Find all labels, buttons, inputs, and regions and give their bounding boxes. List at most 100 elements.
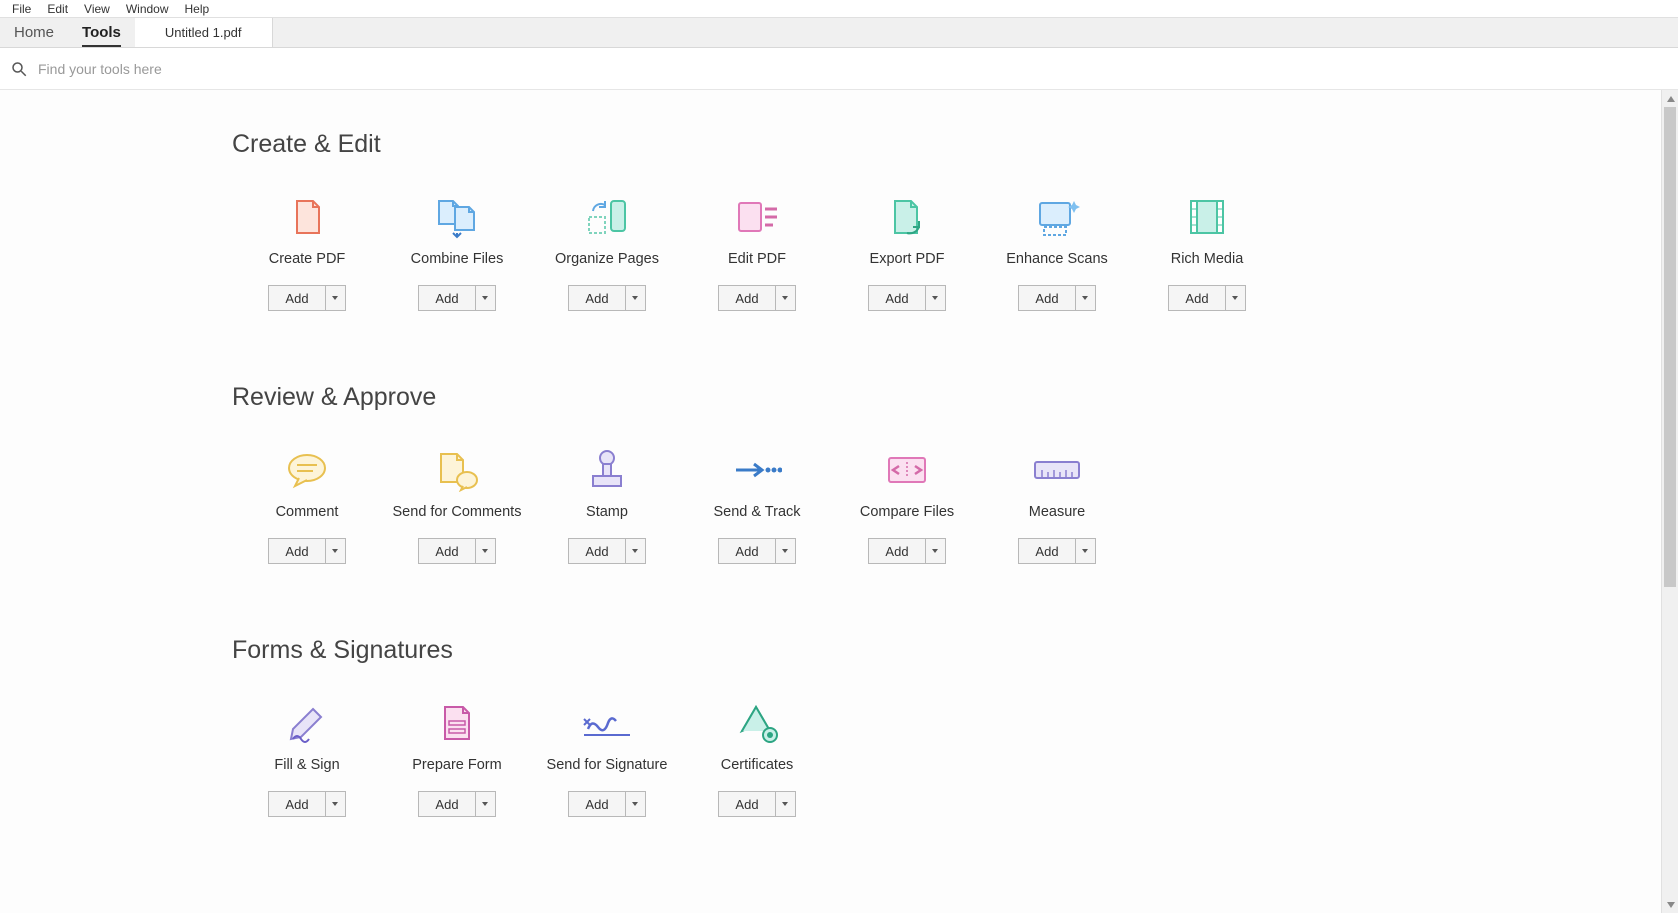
tool-label: Send for Signature (547, 757, 668, 773)
tool-card-enhance-scans: Enhance Scans Add (982, 195, 1132, 311)
add-button-main[interactable]: Add (1019, 539, 1074, 563)
menu-view[interactable]: View (76, 2, 118, 16)
add-button-dropdown[interactable] (625, 792, 645, 816)
add-button-main[interactable]: Add (869, 286, 924, 310)
add-button-main[interactable]: Add (419, 286, 474, 310)
add-button-dropdown[interactable] (925, 539, 945, 563)
add-button: Add (418, 285, 495, 311)
add-button-dropdown[interactable] (775, 539, 795, 563)
add-button: Add (418, 791, 495, 817)
send-for-comments-icon[interactable] (432, 448, 482, 492)
tool-row: Create PDFAddCombine FilesAddOrganize Pa… (232, 195, 1661, 311)
add-button-main[interactable]: Add (1169, 286, 1224, 310)
tool-label: Enhance Scans (1006, 251, 1108, 267)
add-button-main[interactable]: Add (269, 539, 324, 563)
tool-label: Compare Files (860, 504, 954, 520)
add-button-main[interactable]: Add (269, 286, 324, 310)
create-pdf-icon[interactable] (282, 195, 332, 239)
tool-label: Organize Pages (555, 251, 659, 267)
add-button-dropdown[interactable] (1075, 286, 1095, 310)
tool-card-send-for-signature: Send for Signature Add (532, 701, 682, 817)
add-button-dropdown[interactable] (1075, 539, 1095, 563)
add-button-dropdown[interactable] (775, 286, 795, 310)
combine-files-icon[interactable] (432, 195, 482, 239)
menu-help[interactable]: Help (177, 2, 218, 16)
add-button: Add (1168, 285, 1245, 311)
tool-card-export-pdf: Export PDF Add (832, 195, 982, 311)
section-heading: Review & Approve (232, 383, 1661, 412)
rich-media-icon[interactable] (1182, 195, 1232, 239)
add-button-dropdown[interactable] (775, 792, 795, 816)
scroll-down-arrow[interactable] (1662, 896, 1678, 913)
add-button: Add (268, 538, 345, 564)
add-button: Add (868, 538, 945, 564)
send-track-icon[interactable] (732, 448, 782, 492)
fill-sign-icon[interactable] (282, 701, 332, 745)
add-button: Add (568, 538, 645, 564)
add-button-dropdown[interactable] (475, 286, 495, 310)
tool-label: Export PDF (870, 251, 945, 267)
scroll-up-arrow[interactable] (1662, 90, 1678, 107)
certificates-icon[interactable] (732, 701, 782, 745)
add-button-main[interactable]: Add (419, 539, 474, 563)
tool-card-create-pdf: Create PDF Add (232, 195, 382, 311)
enhance-scans-icon[interactable] (1032, 195, 1082, 239)
add-button-dropdown[interactable] (1225, 286, 1245, 310)
search-icon (10, 60, 28, 78)
menu-edit[interactable]: Edit (39, 2, 76, 16)
tab-tools[interactable]: Tools (68, 18, 135, 47)
tool-label: Comment (276, 504, 339, 520)
vertical-scrollbar[interactable] (1661, 90, 1678, 913)
organize-pages-icon[interactable] (582, 195, 632, 239)
tool-card-rich-media: Rich MediaAdd (1132, 195, 1282, 311)
add-button-dropdown[interactable] (475, 539, 495, 563)
export-pdf-icon[interactable] (882, 195, 932, 239)
add-button-main[interactable]: Add (1019, 286, 1074, 310)
add-button: Add (418, 538, 495, 564)
add-button-main[interactable]: Add (569, 539, 624, 563)
add-button-dropdown[interactable] (475, 792, 495, 816)
menubar: File Edit View Window Help (0, 0, 1678, 18)
tab-home[interactable]: Home (0, 18, 68, 47)
menu-file[interactable]: File (4, 2, 39, 16)
add-button-dropdown[interactable] (325, 286, 345, 310)
add-button-dropdown[interactable] (325, 792, 345, 816)
tool-card-send-track: Send & TrackAdd (682, 448, 832, 564)
tool-row: Fill & SignAddPrepare FormAddSend for Si… (232, 701, 1661, 817)
tool-card-stamp: StampAdd (532, 448, 682, 564)
tool-label: Edit PDF (728, 251, 786, 267)
add-button-dropdown[interactable] (625, 286, 645, 310)
tool-label: Send for Comments (393, 504, 522, 520)
send-for-signature-icon[interactable] (582, 701, 632, 745)
tool-label: Measure (1029, 504, 1085, 520)
tool-card-fill-sign: Fill & SignAdd (232, 701, 382, 817)
add-button-main[interactable]: Add (419, 792, 474, 816)
tabbar: Home Tools Untitled 1.pdf (0, 18, 1678, 48)
add-button: Add (718, 538, 795, 564)
add-button-dropdown[interactable] (625, 539, 645, 563)
add-button-main[interactable]: Add (269, 792, 324, 816)
tab-document[interactable]: Untitled 1.pdf (135, 18, 273, 47)
tool-card-organize-pages: Organize Pages Add (532, 195, 682, 311)
search-input[interactable] (38, 61, 1668, 77)
prepare-form-icon[interactable] (432, 701, 482, 745)
stamp-icon[interactable] (582, 448, 632, 492)
scroll-thumb[interactable] (1664, 107, 1676, 587)
add-button-dropdown[interactable] (325, 539, 345, 563)
comment-icon[interactable] (282, 448, 332, 492)
add-button-main[interactable]: Add (719, 792, 774, 816)
tool-label: Combine Files (411, 251, 504, 267)
add-button-main[interactable]: Add (719, 286, 774, 310)
add-button: Add (1018, 538, 1095, 564)
add-button-dropdown[interactable] (925, 286, 945, 310)
measure-icon[interactable] (1032, 448, 1082, 492)
add-button-main[interactable]: Add (569, 286, 624, 310)
add-button-main[interactable]: Add (869, 539, 924, 563)
tool-row: CommentAddSend for CommentsAddStampAddSe… (232, 448, 1661, 564)
compare-files-icon[interactable] (882, 448, 932, 492)
add-button-main[interactable]: Add (569, 792, 624, 816)
tool-label: Create PDF (269, 251, 346, 267)
add-button-main[interactable]: Add (719, 539, 774, 563)
edit-pdf-icon[interactable] (732, 195, 782, 239)
menu-window[interactable]: Window (118, 2, 177, 16)
